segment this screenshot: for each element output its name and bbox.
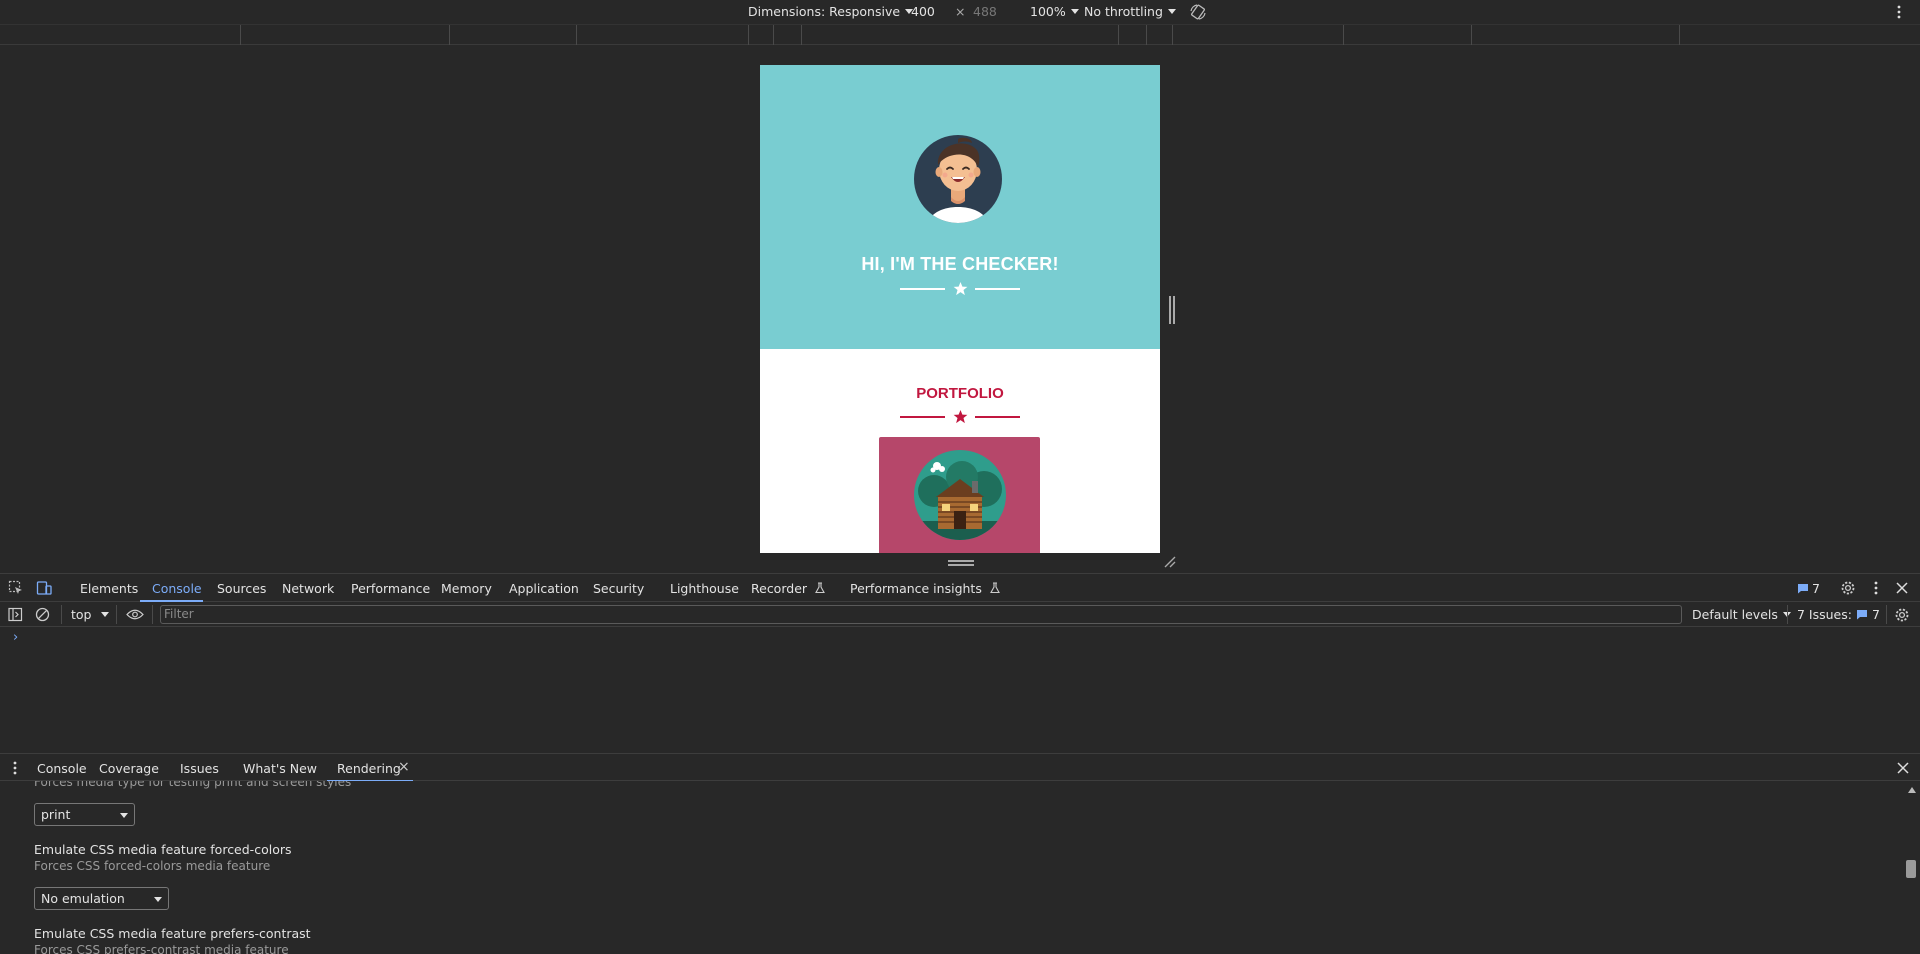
forced-colors-title: Emulate CSS media feature forced-colors: [34, 842, 292, 857]
throttling-dropdown[interactable]: No throttling: [1084, 4, 1176, 19]
portfolio-divider: [900, 409, 1020, 425]
dimensions-dropdown[interactable]: Dimensions: Responsive: [748, 4, 914, 19]
drawer-tab-rendering[interactable]: Rendering: [337, 761, 401, 776]
tab-application[interactable]: Application: [509, 581, 579, 596]
message-icon: [1798, 584, 1808, 594]
rendering-panel: Forces media type for testing print and …: [0, 781, 1920, 954]
eye-icon[interactable]: [126, 608, 144, 621]
devtools-tabbar: Elements Console Sources Network Perform…: [0, 573, 1920, 602]
dimensions-label: Dimensions: Responsive: [748, 4, 901, 19]
tab-recorder[interactable]: Recorder: [751, 581, 826, 596]
issues-counter[interactable]: 7: [1797, 581, 1820, 596]
tab-security[interactable]: Security: [593, 581, 644, 596]
star-icon: [953, 281, 968, 296]
device-toolbar-toggle-icon[interactable]: [36, 580, 52, 596]
issues-button[interactable]: 7 Issues: 7: [1797, 607, 1880, 622]
tab-network[interactable]: Network: [282, 581, 334, 596]
rotate-icon[interactable]: [1188, 2, 1208, 22]
settings-gear-icon[interactable]: [1840, 580, 1856, 596]
tab-elements[interactable]: Elements: [80, 581, 138, 596]
zoom-value: 100%: [1030, 4, 1066, 19]
issues-count: 7: [1871, 607, 1880, 622]
drawer-scrollbar-thumb[interactable]: [1906, 860, 1916, 878]
issues-count: 7: [1812, 581, 1820, 596]
viewport-resize-handle-right[interactable]: [1169, 296, 1175, 324]
hero-section: HI, I'M THE CHECKER!: [760, 65, 1160, 349]
times-separator: ×: [955, 4, 966, 19]
tab-memory[interactable]: Memory: [441, 581, 492, 596]
forced-colors-value: No emulation: [41, 891, 125, 906]
chevron-down-icon: [154, 897, 162, 902]
tab-recorder-label: Recorder: [751, 581, 808, 596]
device-toolbar: Dimensions: Responsive 400 × 488 100% No…: [0, 0, 1920, 24]
flask-icon: [989, 582, 1000, 594]
prefers-contrast-title: Emulate CSS media feature prefers-contra…: [34, 926, 311, 941]
media-query-ruler: [0, 24, 1920, 45]
scroll-up-icon[interactable]: [1908, 787, 1916, 793]
portfolio-title: PORTFOLIO: [916, 385, 1004, 402]
hero-title: HI, I'M THE CHECKER!: [861, 254, 1059, 274]
context-value: top: [71, 607, 92, 622]
console-toolbar: top Filter Default levels 7 Issues: 7: [0, 602, 1920, 627]
tab-lighthouse[interactable]: Lighthouse: [670, 581, 739, 596]
tab-performance[interactable]: Performance: [351, 581, 430, 596]
portfolio-card[interactable]: [879, 437, 1040, 553]
viewport-resize-handle-bottom[interactable]: [948, 560, 974, 566]
close-drawer-icon[interactable]: [1896, 761, 1910, 775]
media-type-subtitle: Forces media type for testing print and …: [34, 781, 352, 789]
toolbar-divider: [116, 605, 117, 624]
drawer-tab-issues[interactable]: Issues: [180, 761, 219, 776]
drawer-tab-console[interactable]: Console: [37, 761, 87, 776]
toolbar-divider: [1886, 605, 1887, 624]
close-icon[interactable]: [1894, 580, 1910, 596]
drawer-tab-whats-new[interactable]: What's New: [243, 761, 317, 776]
kebab-menu-icon[interactable]: [1893, 4, 1905, 20]
tab-performance-insights-label: Performance insights: [850, 581, 982, 596]
chevron-down-icon: [101, 612, 110, 617]
tab-performance-insights[interactable]: Performance insights: [850, 581, 1001, 596]
console-settings-gear-icon[interactable]: [1894, 607, 1910, 623]
drawer-menu-icon[interactable]: [9, 760, 21, 776]
hero-divider: [900, 281, 1020, 297]
forced-colors-select[interactable]: No emulation: [34, 887, 169, 910]
toolbar-divider: [152, 605, 153, 624]
chevron-down-icon: [1070, 9, 1079, 14]
drawer-tab-coverage[interactable]: Coverage: [99, 761, 159, 776]
zoom-dropdown[interactable]: 100%: [1030, 4, 1079, 19]
prefers-contrast-subtitle: Forces CSS prefers-contrast media featur…: [34, 943, 289, 954]
drawer-tabbar: Console Coverage Issues What's New Rende…: [0, 753, 1920, 782]
viewport-resize-corner-icon[interactable]: [1163, 555, 1177, 569]
filter-input[interactable]: Filter: [160, 605, 1682, 624]
cabin-icon: [914, 450, 1006, 540]
throttling-value: No throttling: [1084, 4, 1163, 19]
forced-colors-subtitle: Forces CSS forced-colors media feature: [34, 859, 271, 873]
height-input[interactable]: 488: [973, 4, 997, 19]
avatar-icon: [914, 135, 1002, 223]
sidebar-toggle-icon[interactable]: [8, 607, 23, 622]
context-selector[interactable]: top: [71, 607, 110, 622]
media-type-value: print: [41, 807, 71, 822]
console-prompt[interactable]: ›: [13, 630, 18, 645]
issues-label: 7 Issues:: [1797, 607, 1852, 622]
tab-console[interactable]: Console: [152, 581, 202, 596]
flask-icon: [815, 582, 825, 594]
inspect-element-icon[interactable]: [8, 580, 24, 596]
log-levels-dropdown[interactable]: Default levels: [1692, 607, 1791, 622]
toolbar-divider: [1787, 605, 1788, 624]
toolbar-divider: [61, 605, 62, 624]
chevron-down-icon: [1167, 9, 1176, 14]
message-icon: [1856, 610, 1867, 620]
star-icon: [953, 409, 968, 424]
log-levels-value: Default levels: [1692, 607, 1778, 622]
width-input[interactable]: 400: [911, 4, 935, 19]
console-output[interactable]: [0, 627, 1920, 753]
media-type-select[interactable]: print: [34, 803, 135, 826]
tab-sources[interactable]: Sources: [217, 581, 266, 596]
device-viewport[interactable]: HI, I'M THE CHECKER! PORTFOLIO: [760, 65, 1160, 553]
chevron-down-icon: [120, 813, 128, 818]
clear-console-icon[interactable]: [35, 607, 50, 622]
kebab-menu-icon[interactable]: [1868, 580, 1884, 596]
close-rendering-tab-icon[interactable]: ×: [398, 759, 410, 775]
